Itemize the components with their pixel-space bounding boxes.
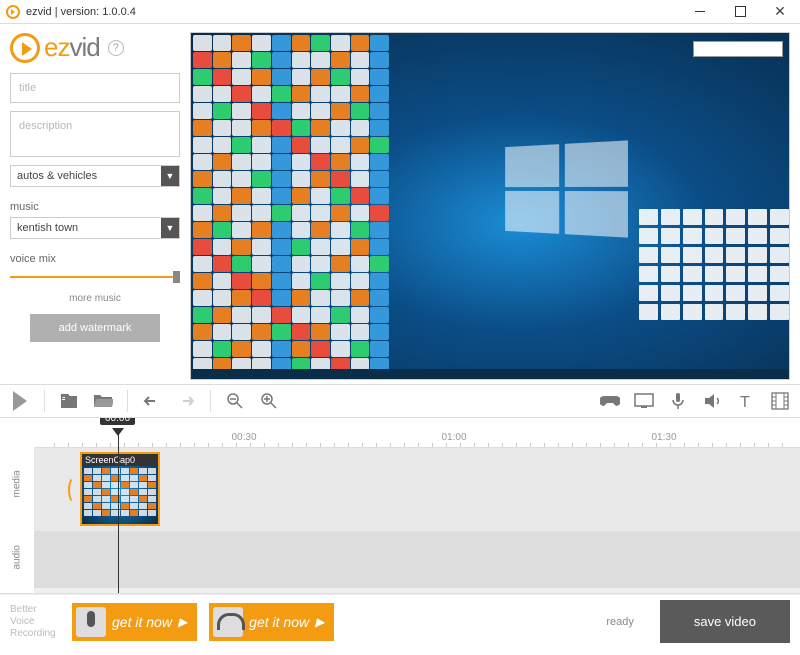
add-media-icon[interactable]: + [59, 391, 79, 411]
app-icon [6, 5, 20, 19]
chevron-down-icon: ▼ [161, 218, 179, 238]
maximize-button[interactable] [720, 0, 760, 24]
left-panel: ezvid ? title description autos & vehicl… [10, 32, 180, 380]
preview-overlay-window [693, 41, 783, 57]
arrow-right-icon: ▶ [178, 615, 187, 629]
zoom-out-icon[interactable] [225, 391, 245, 411]
timeline[interactable]: media audio 00:30 01:00 01:30 ScreenCap0… [0, 418, 800, 594]
microphone-icon [76, 607, 106, 637]
status-text: ready [606, 616, 634, 628]
preview-taskbar [191, 369, 789, 379]
ruler-tick: 01:00 [441, 432, 466, 443]
ruler-tick: 00:30 [231, 432, 256, 443]
gamepad-icon[interactable] [600, 391, 620, 411]
promo-headphones-button[interactable]: get it now ▶ [209, 603, 334, 641]
svg-text:T: T [740, 394, 750, 410]
clip-name: ScreenCap0 [82, 454, 158, 466]
title-input[interactable]: title [10, 73, 180, 103]
open-folder-icon[interactable] [93, 391, 113, 411]
music-label: music [10, 201, 180, 213]
media-track-label: media [0, 448, 34, 521]
description-input[interactable]: description [10, 111, 180, 157]
slider-thumb[interactable] [173, 271, 180, 283]
music-value: kentish town [11, 222, 161, 234]
category-select[interactable]: autos & vehicles ▼ [10, 165, 180, 187]
screen-record-icon[interactable] [634, 391, 654, 411]
playhead-time: 00:06 [100, 418, 135, 425]
audio-track-label: audio [0, 521, 34, 594]
media-clip[interactable]: ScreenCap0 [80, 452, 160, 526]
play-button[interactable] [10, 391, 30, 411]
chevron-down-icon: ▼ [161, 166, 179, 186]
svg-text:+: + [60, 392, 65, 401]
voice-mix-label: voice mix [10, 253, 180, 265]
add-watermark-button[interactable]: add watermark [30, 314, 160, 342]
desktop-icons-right [639, 209, 789, 359]
voice-synth-icon[interactable] [702, 391, 722, 411]
logo: ezvid ? [10, 32, 180, 63]
undo-icon[interactable] [142, 391, 162, 411]
windows-logo-icon [505, 140, 628, 237]
toolbar: + T [0, 384, 800, 418]
category-value: autos & vehicles [11, 170, 161, 182]
playhead[interactable]: 00:06 [118, 430, 119, 593]
logo-play-icon [10, 33, 40, 63]
audio-track[interactable] [34, 532, 800, 588]
music-select[interactable]: kentish town ▼ [10, 217, 180, 239]
promo-mic-button[interactable]: get it now ▶ [72, 603, 197, 641]
media-track[interactable]: ScreenCap0 [34, 448, 800, 532]
time-ruler[interactable]: 00:30 01:00 01:30 [34, 418, 800, 448]
window-title: ezvid | version: 1.0.0.4 [26, 6, 136, 18]
close-button[interactable]: ✕ [760, 0, 800, 24]
more-music-link[interactable]: more music [10, 293, 180, 304]
titlebar: ezvid | version: 1.0.0.4 ✕ [0, 0, 800, 24]
save-video-button[interactable]: save video [660, 600, 790, 643]
film-icon[interactable] [770, 391, 790, 411]
zoom-in-icon[interactable] [259, 391, 279, 411]
video-preview [190, 32, 790, 380]
voice-mix-slider[interactable] [10, 269, 180, 285]
desktop-icons [191, 33, 391, 379]
minimize-button[interactable] [680, 0, 720, 24]
arrow-right-icon: ▶ [315, 615, 324, 629]
better-voice-label: BetterVoiceRecording [10, 604, 60, 640]
help-icon[interactable]: ? [108, 40, 124, 56]
bottom-bar: BetterVoiceRecording get it now ▶ get it… [0, 594, 800, 648]
redo-icon[interactable] [176, 391, 196, 411]
logo-text: ezvid [44, 32, 100, 63]
microphone-icon[interactable] [668, 391, 688, 411]
text-icon[interactable]: T [736, 391, 756, 411]
ruler-tick: 01:30 [651, 432, 676, 443]
headphones-icon [213, 607, 243, 637]
